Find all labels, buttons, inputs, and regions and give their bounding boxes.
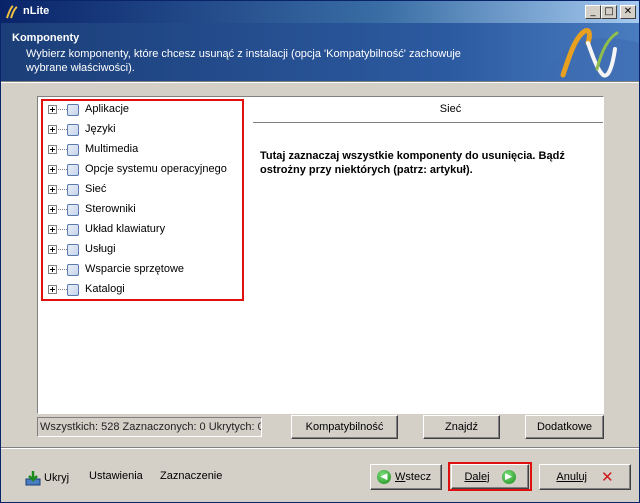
extra-button[interactable]: Dodatkowe: [525, 415, 604, 439]
settings-button[interactable]: Ustawienia: [89, 470, 143, 482]
tree-item-label: Języki: [85, 123, 116, 135]
minimize-icon: _: [590, 6, 596, 17]
tree-item-label: Multimedia: [85, 143, 139, 155]
tree-connector: [58, 269, 67, 270]
expand-icon[interactable]: [48, 245, 57, 254]
nlite-logo-icon: [6, 5, 18, 19]
expand-icon[interactable]: [48, 205, 57, 214]
tree-item-katalogi[interactable]: Katalogi: [46, 281, 241, 299]
tree-item-label: Opcje systemu operacyjnego: [85, 163, 227, 175]
tree-item-label: Usługi: [85, 243, 116, 255]
tree-item-uklad-klawiatury[interactable]: Układ klawiatury: [46, 221, 241, 239]
checkbox[interactable]: [67, 144, 79, 156]
cancel-label: Anuluj: [556, 471, 587, 483]
expand-icon[interactable]: [48, 125, 57, 134]
checkbox[interactable]: [67, 204, 79, 216]
hide-label: Ukryj: [44, 472, 70, 484]
checkbox[interactable]: [67, 284, 79, 296]
page-description: Wybierz komponenty, które chcesz usunąć …: [26, 48, 461, 74]
tree-item-label: Sterowniki: [85, 203, 136, 215]
tree-item-label: Sieć: [85, 183, 107, 195]
arrow-right-icon: ▶: [501, 469, 516, 484]
footer-separator: [1, 447, 639, 449]
tree-item-aplikacje[interactable]: Aplikacje: [46, 101, 241, 119]
compatibility-button[interactable]: Kompatybilność: [291, 415, 398, 439]
tree-connector: [58, 129, 67, 130]
expand-icon[interactable]: [48, 185, 57, 194]
status-counter: Wszystkich: 528 Zaznaczonych: 0 Ukrytych…: [37, 417, 262, 437]
maximize-icon: □: [604, 6, 614, 17]
selection-button[interactable]: Zaznaczenie: [160, 470, 222, 482]
components-panel: Aplikacje Języki Multimedia Opcje system…: [37, 96, 604, 414]
tree-item-wsparcie-sprzetowe[interactable]: Wsparcie sprzętowe: [46, 261, 241, 279]
tree-item-multimedia[interactable]: Multimedia: [46, 141, 241, 159]
tree-item-label: Katalogi: [85, 283, 125, 295]
details-divider: [253, 122, 603, 123]
tree-connector: [58, 109, 67, 110]
expand-icon[interactable]: [48, 165, 57, 174]
expand-icon[interactable]: [48, 285, 57, 294]
download-arrow-icon: [25, 471, 41, 486]
page-title: Komponenty: [12, 32, 80, 44]
components-tree: Aplikacje Języki Multimedia Opcje system…: [41, 99, 244, 301]
next-button[interactable]: Dalej ▶: [451, 464, 529, 489]
find-button[interactable]: Znajdź: [423, 415, 500, 439]
checkbox[interactable]: [67, 264, 79, 276]
back-label-rest: stecz: [405, 471, 432, 483]
window-title: nLite: [23, 5, 50, 17]
title-bar: nLite _ □ ✕: [1, 1, 639, 23]
checkbox[interactable]: [67, 224, 79, 236]
expand-icon[interactable]: [48, 145, 57, 154]
hide-button[interactable]: Ukryj: [25, 470, 69, 486]
tree-item-label: Wsparcie sprzętowe: [85, 263, 185, 275]
back-hotkey: W: [395, 471, 406, 483]
close-button[interactable]: ✕: [620, 5, 636, 19]
expand-icon[interactable]: [48, 265, 57, 274]
expand-icon[interactable]: [48, 105, 57, 114]
next-label: Dalej: [464, 470, 490, 483]
checkbox[interactable]: [67, 104, 79, 116]
minimize-button[interactable]: _: [585, 5, 601, 19]
back-label: Wstecz: [395, 471, 431, 483]
details-description: Tutaj zaznaczaj wszystkie komponenty do …: [260, 150, 565, 176]
tree-connector: [58, 289, 67, 290]
tree-connector: [58, 229, 67, 230]
tree-item-uslugi[interactable]: Usługi: [46, 241, 241, 259]
cancel-button[interactable]: Anuluj ✕: [539, 464, 631, 490]
arrow-left-icon: ◀: [377, 470, 391, 484]
close-icon: ✕: [623, 6, 633, 17]
tree-connector: [58, 249, 67, 250]
tree-connector: [58, 209, 67, 210]
nlite-window: nLite _ □ ✕ Komponenty Wybierz komponent…: [0, 0, 640, 503]
tree-item-label: Układ klawiatury: [85, 223, 166, 235]
back-button[interactable]: ◀ Wstecz: [370, 464, 442, 490]
tree-item-opcje-systemu[interactable]: Opcje systemu operacyjnego: [46, 161, 241, 179]
tree-item-siec[interactable]: Sieć: [46, 181, 241, 199]
tree-connector: [58, 149, 67, 150]
tree-connector: [58, 169, 67, 170]
details-title: Sieć: [439, 103, 462, 115]
tree-item-label: Aplikacje: [85, 103, 130, 115]
checkbox[interactable]: [67, 124, 79, 136]
checkbox[interactable]: [67, 184, 79, 196]
tree-item-sterowniki[interactable]: Sterowniki: [46, 201, 241, 219]
page-header: Komponenty Wybierz komponenty, które chc…: [1, 23, 639, 81]
checkbox[interactable]: [67, 164, 79, 176]
tree-item-jezyki[interactable]: Języki: [46, 121, 241, 139]
header-separator: [1, 81, 639, 83]
cancel-x-icon: ✕: [601, 467, 614, 486]
maximize-button[interactable]: □: [601, 5, 617, 19]
expand-icon[interactable]: [48, 225, 57, 234]
nlite-banner-logo-icon: [541, 28, 639, 81]
checkbox[interactable]: [67, 244, 79, 256]
tree-connector: [58, 189, 67, 190]
